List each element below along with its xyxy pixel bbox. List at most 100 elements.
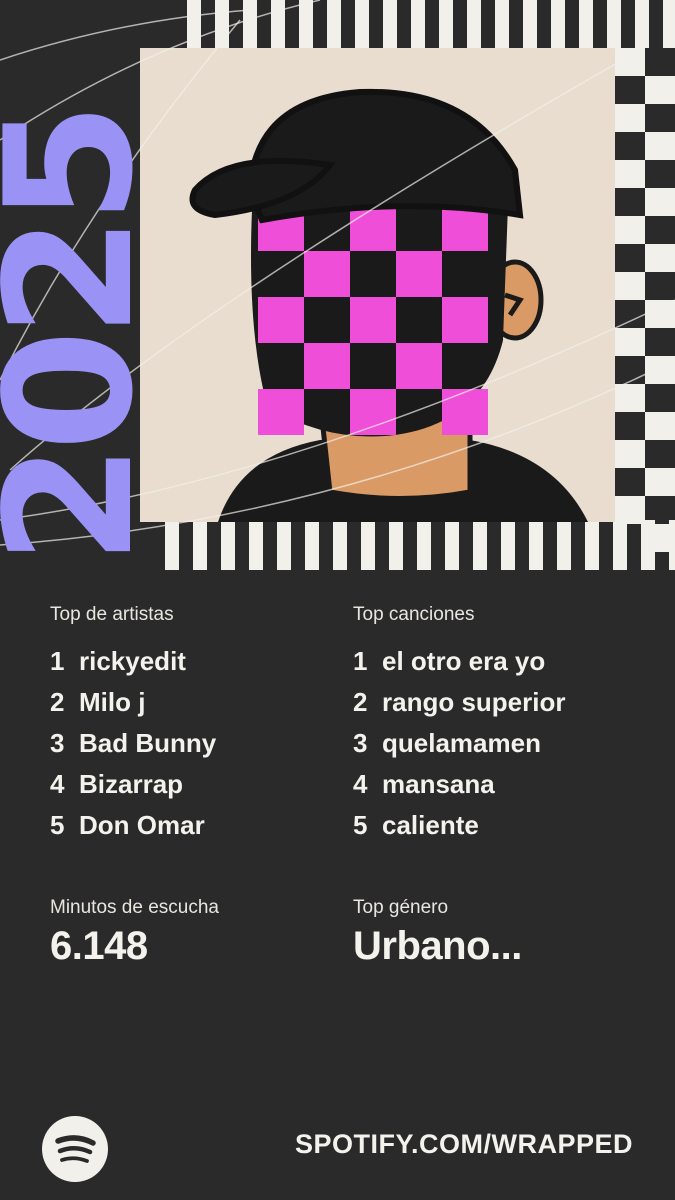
stripe [645, 76, 675, 104]
song-name: mansana [382, 769, 495, 799]
stripe [417, 520, 431, 570]
list-item[interactable]: 3 Bad Bunny [50, 723, 350, 764]
stripe [361, 520, 375, 570]
stripe [615, 272, 645, 300]
stripe [327, 0, 341, 48]
stripe [439, 0, 453, 48]
stripe [645, 412, 675, 440]
stripe [355, 0, 369, 48]
artist-name: Bad Bunny [79, 728, 217, 758]
stripe [501, 520, 515, 570]
artist-name: Bizarrap [79, 769, 184, 799]
minutes-stat: Minutos de escucha 6.148 [50, 896, 350, 970]
mask-square [442, 297, 488, 343]
artist-name: Don Omar [79, 810, 205, 840]
stripe [615, 384, 645, 412]
rank-number: 1 [50, 646, 65, 676]
stripe [615, 496, 645, 524]
list-item[interactable]: 4 Bizarrap [50, 764, 350, 805]
stripe [495, 0, 509, 48]
rank-number: 4 [353, 769, 368, 799]
hero-artwork: 2025 [0, 0, 675, 570]
stripe [645, 244, 675, 272]
rank-number: 5 [50, 810, 65, 840]
stripe [645, 300, 675, 328]
list-item[interactable]: 5 caliente [353, 805, 653, 846]
stripe [305, 520, 319, 570]
spotify-logo-glyph [55, 1135, 96, 1163]
stripe [557, 520, 571, 570]
mask-square [350, 297, 396, 343]
stripe [613, 520, 627, 570]
genre-value: Urbano... [353, 924, 522, 968]
top-artists-section: Top de artistas 1 rickyedit 2 Milo j 3 Bad … [50, 603, 350, 846]
stripe [615, 160, 645, 188]
stripe [635, 0, 649, 48]
stripe [389, 520, 403, 570]
spotify-logo-icon[interactable] [42, 1116, 108, 1182]
rank-number: 5 [353, 810, 368, 840]
rank-number: 4 [50, 769, 65, 799]
song-name: quelamamen [382, 728, 541, 758]
rank-number: 2 [353, 687, 368, 717]
list-item[interactable]: 2 Milo j [50, 682, 350, 723]
stripe [383, 0, 397, 48]
mask-square [396, 251, 442, 297]
stripe [165, 520, 179, 570]
artist-name: Milo j [79, 687, 146, 717]
song-name: caliente [382, 810, 479, 840]
stripe [221, 520, 235, 570]
stripe [615, 216, 645, 244]
stripe [551, 0, 565, 48]
minutes-value: 6.148 [50, 924, 148, 968]
stripe [411, 0, 425, 48]
rank-number: 1 [353, 646, 368, 676]
mask-square [304, 343, 350, 389]
list-item[interactable]: 5 Don Omar [50, 805, 350, 846]
song-name: el otro era yo [382, 646, 546, 676]
mask-square [258, 297, 304, 343]
stripe [645, 524, 675, 552]
stripe [193, 520, 207, 570]
mask-square [442, 389, 488, 435]
stripe [523, 0, 537, 48]
stripe [299, 0, 313, 48]
list-item[interactable]: 2 rango superior [353, 682, 653, 723]
song-name: rango superior [382, 687, 566, 717]
list-item[interactable]: 4 mansana [353, 764, 653, 805]
stripe [585, 520, 599, 570]
mask-square [396, 343, 442, 389]
stripe [607, 0, 621, 48]
rank-number: 2 [50, 687, 65, 717]
stripe [271, 0, 285, 48]
minutes-label: Minutos de escucha [50, 897, 219, 918]
mask-square [350, 389, 396, 435]
top-songs-list: 1 el otro era yo 2 rango superior 3 quelama… [353, 641, 653, 846]
stripe [277, 520, 291, 570]
stripe [243, 0, 257, 48]
genre-label: Top género [353, 897, 449, 918]
stripe [645, 132, 675, 160]
artist-name: rickyedit [79, 646, 186, 676]
wrapped-url-link[interactable]: SPOTIFY.COM/WRAPPED [295, 1129, 633, 1160]
stripe [249, 520, 263, 570]
stripe [615, 104, 645, 132]
list-item[interactable]: 3 quelamamen [353, 723, 653, 764]
top-artists-list: 1 rickyedit 2 Milo j 3 Bad Bunny 4 Bizarrap … [50, 641, 350, 846]
stripe [645, 188, 675, 216]
mask-square [258, 389, 304, 435]
stripe [333, 520, 347, 570]
mask-square [304, 251, 350, 297]
stripe [645, 356, 675, 384]
genre-stat: Top género Urbano... [353, 896, 653, 970]
top-songs-section: Top canciones 1 el otro era yo 2 rango sup… [353, 603, 653, 846]
stripe [663, 0, 675, 48]
mask-square [350, 205, 396, 251]
rank-number: 3 [50, 728, 65, 758]
stripe [645, 468, 675, 496]
list-item[interactable]: 1 el otro era yo [353, 641, 653, 682]
list-item[interactable]: 1 rickyedit [50, 641, 350, 682]
top-artists-label: Top de artistas [50, 604, 174, 625]
stripe [615, 440, 645, 468]
stripe [467, 0, 481, 48]
